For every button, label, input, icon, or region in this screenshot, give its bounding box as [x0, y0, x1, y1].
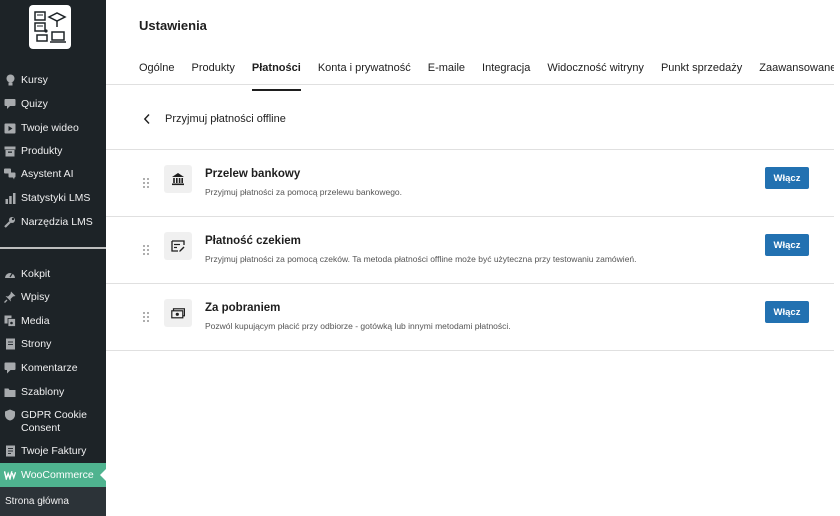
logo-icon	[34, 11, 67, 43]
tab-produkty[interactable]: Produkty	[191, 62, 234, 84]
sidebar-submenu-item[interactable]: Strona główna	[0, 487, 106, 516]
payment-method-description: Przyjmuj płatności za pomocą czeków. Ta …	[205, 254, 637, 264]
sidebar-item-label: WooCommerce	[21, 469, 94, 481]
sidebar-item-label: GDPR Cookie Consent	[21, 409, 87, 434]
page-title: Ustawienia	[139, 18, 207, 33]
sidebar-item-szablony[interactable]: Szablony	[0, 386, 106, 399]
tab-konta-i-prywatnosc[interactable]: Konta i prywatność	[318, 62, 411, 84]
sidebar-item-label: Kokpit	[21, 268, 51, 280]
sidebar-item-label: Kursy	[21, 74, 48, 86]
sidebar-item-label: Narzędzia LMS	[21, 216, 93, 228]
comment-icon	[4, 362, 16, 374]
window-edge	[834, 0, 840, 516]
video-icon	[4, 122, 16, 134]
chevron-left-icon	[143, 114, 150, 124]
woo-icon	[4, 469, 16, 481]
payment-method-title: Za pobraniem	[205, 302, 281, 314]
sidebar-item-label: Produkty	[21, 145, 63, 157]
dashboard-icon	[4, 268, 16, 280]
sidebar-item-twoje-faktury[interactable]: Twoje Faktury	[0, 445, 106, 458]
main-content: Ustawienia Ogólne Produkty Płatności Kon…	[106, 0, 840, 516]
cheque-icon	[164, 232, 192, 260]
sidebar-item-media[interactable]: Media	[0, 315, 106, 328]
site-logo[interactable]	[29, 5, 71, 49]
back-button[interactable]	[139, 110, 155, 128]
payment-method-description: Pozwól kupującym płacić przy odbiorze - …	[205, 321, 511, 331]
wrench-icon	[4, 216, 16, 228]
sidebar-separator	[0, 247, 106, 249]
sidebar-item-wpisy[interactable]: Wpisy	[0, 291, 106, 304]
shield-icon	[4, 409, 16, 421]
sidebar-item-gdpr-cookie-consent[interactable]: GDPR Cookie Consent	[0, 409, 106, 435]
tab-integracja[interactable]: Integracja	[482, 62, 530, 84]
sidebar-item-label: Szablony	[21, 386, 65, 398]
sidebar-item-produkty[interactable]: Produkty	[0, 145, 106, 158]
sidebar-item-quizy[interactable]: Quizy	[0, 98, 106, 111]
tab-punkt-sprzedazy[interactable]: Punkt sprzedaży	[661, 62, 742, 84]
sidebar-item-strony[interactable]: Strony	[0, 338, 106, 351]
payment-method-title: Przelew bankowy	[205, 168, 301, 180]
sidebar-item-label: Statystyki LMS	[21, 192, 91, 204]
sidebar-item-komentarze[interactable]: Komentarze	[0, 362, 106, 375]
sidebar-item-label: Strony	[21, 338, 52, 350]
section-header: Przyjmuj płatności offline	[139, 110, 286, 128]
payment-method-title: Płatność czekiem	[205, 235, 301, 247]
tab-platnosci[interactable]: Płatności	[251, 62, 301, 91]
tab-zaawansowane[interactable]: Zaawansowane	[759, 62, 836, 84]
sidebar-item-label: Quizy	[21, 98, 48, 110]
admin-sidebar: Kursy Quizy Twoje wideo Produkty Asysten…	[0, 0, 106, 516]
sidebar-item-kokpit[interactable]: Kokpit	[0, 268, 106, 281]
drag-handle-icon[interactable]	[142, 310, 150, 322]
sidebar-item-label: Media	[21, 315, 50, 327]
payment-method-row: Za pobraniem Pozwól kupującym płacić prz…	[106, 284, 840, 351]
sidebar-item-statystyki-lms[interactable]: Statystyki LMS	[0, 192, 106, 205]
settings-tabs: Ogólne Produkty Płatności Konta i prywat…	[139, 62, 840, 91]
folder-icon	[4, 386, 16, 398]
payment-method-row: Przelew bankowy Przyjmuj płatności za po…	[106, 150, 840, 217]
lightbulb-icon	[4, 74, 16, 86]
chat-icon	[4, 98, 16, 110]
tab-e-maile[interactable]: E-maile	[428, 62, 465, 84]
sidebar-item-woocommerce[interactable]: WooCommerce	[0, 469, 106, 482]
submenu-label: Strona główna	[5, 496, 69, 507]
payment-method-description: Przyjmuj płatności za pomocą przelewu ba…	[205, 187, 403, 197]
enable-cheque-button[interactable]: Włącz	[765, 234, 809, 256]
enable-bank-transfer-button[interactable]: Włącz	[765, 167, 809, 189]
tab-ogolne[interactable]: Ogólne	[139, 62, 174, 84]
payment-method-row: Płatność czekiem Przyjmuj płatności za p…	[106, 217, 840, 284]
sidebar-item-label: Twoje Faktury	[21, 445, 87, 457]
bank-icon	[164, 165, 192, 193]
media-icon	[4, 315, 16, 327]
sidebar-item-label: Komentarze	[21, 362, 78, 374]
drag-handle-icon[interactable]	[142, 176, 150, 188]
bar-chart-icon	[4, 192, 16, 204]
sidebar-item-label: Wpisy	[21, 291, 50, 303]
sidebar-item-asystent-ai[interactable]: Asystent AI	[0, 168, 106, 181]
sidebar-item-label: Twoje wideo	[21, 122, 79, 134]
sidebar-item-narzedzia-lms[interactable]: Narzędzia LMS	[0, 216, 106, 229]
sidebar-item-label: Asystent AI	[21, 168, 74, 180]
pin-icon	[4, 291, 16, 303]
bubbles-icon	[4, 168, 16, 180]
archive-icon	[4, 145, 16, 157]
section-title: Przyjmuj płatności offline	[165, 113, 286, 125]
enable-cash-on-delivery-button[interactable]: Włącz	[765, 301, 809, 323]
invoice-icon	[4, 445, 16, 457]
tab-widocznosc-witryny[interactable]: Widoczność witryny	[547, 62, 644, 84]
sidebar-item-kursy[interactable]: Kursy	[0, 74, 106, 87]
page-icon	[4, 338, 16, 350]
drag-handle-icon[interactable]	[142, 243, 150, 255]
cash-icon	[164, 299, 192, 327]
sidebar-item-twoje-wideo[interactable]: Twoje wideo	[0, 122, 106, 135]
tabs-divider	[106, 84, 840, 85]
